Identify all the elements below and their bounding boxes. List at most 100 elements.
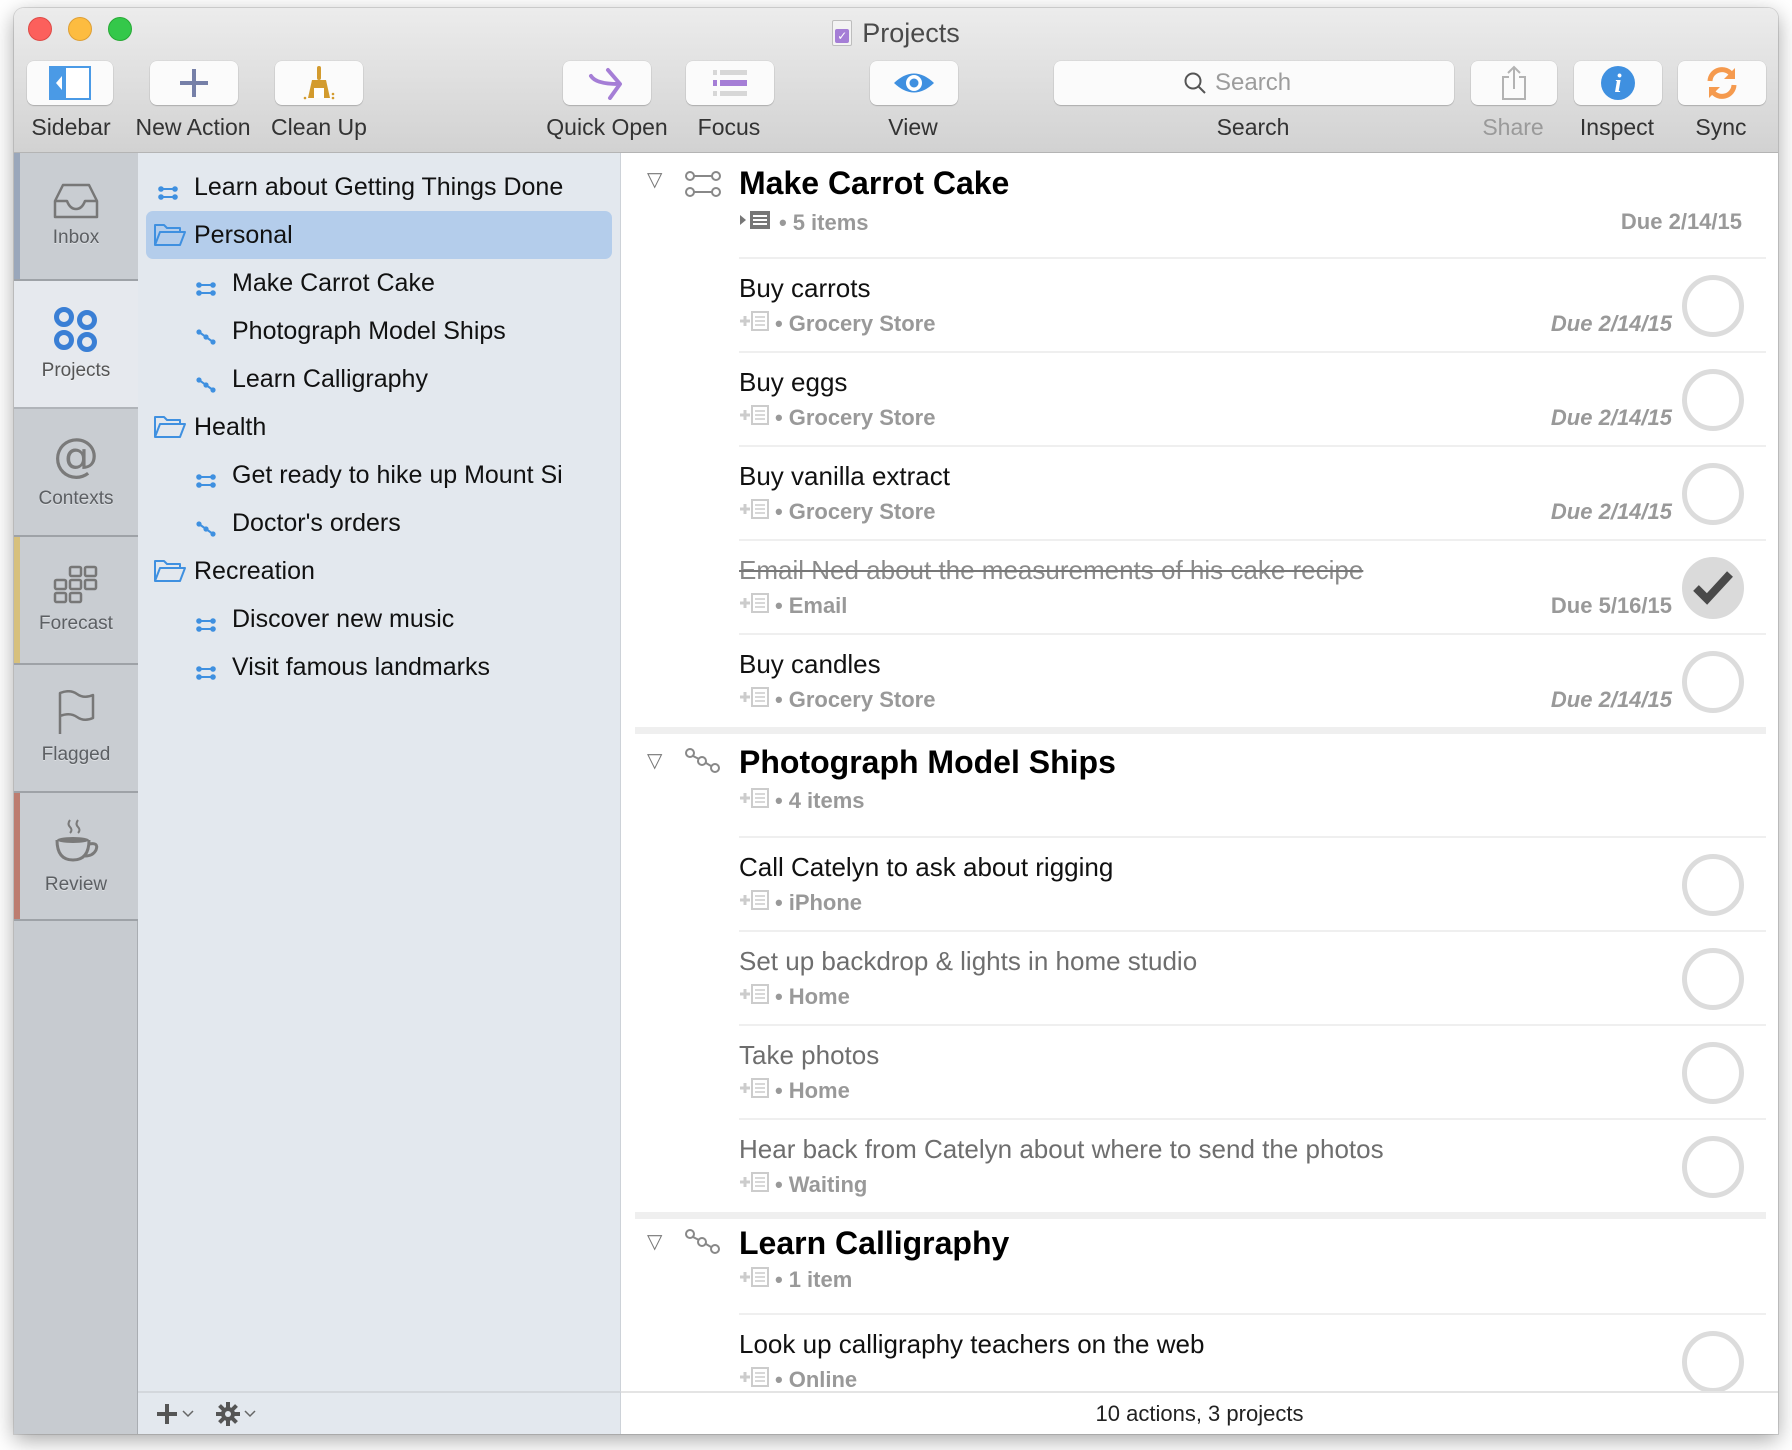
add-menu-button[interactable]: [156, 1403, 194, 1425]
action-name[interactable]: Email Ned about the measurements of his …: [739, 555, 1363, 586]
quick-open-button[interactable]: [563, 61, 651, 105]
action-context[interactable]: Waiting: [789, 1172, 868, 1198]
focus-button[interactable]: [686, 61, 774, 105]
sequential-project-icon: [685, 1229, 721, 1260]
sync-button[interactable]: [1678, 61, 1766, 105]
action-due-date: Due 2/14/15: [1550, 405, 1672, 430]
settings-menu-button[interactable]: [216, 1401, 256, 1426]
focus-list-icon: [713, 70, 747, 96]
project-title[interactable]: Make Carrot Cake: [739, 165, 1009, 202]
add-note-icon[interactable]: [739, 311, 769, 337]
search-input[interactable]: [1215, 69, 1325, 97]
action-context[interactable]: Email: [789, 593, 848, 619]
tab-projects[interactable]: Projects: [14, 281, 138, 409]
add-note-icon[interactable]: [739, 1172, 769, 1198]
action-context[interactable]: Grocery Store: [789, 311, 936, 337]
outline-folder[interactable]: Recreation: [138, 547, 620, 595]
completion-checkbox[interactable]: [1682, 1136, 1744, 1198]
action-row[interactable]: Buy eggs • Grocery Store Due 2/14/15: [739, 351, 1766, 445]
quick-open-label: Quick Open: [546, 114, 668, 140]
outline-item[interactable]: Doctor's orders: [138, 499, 620, 547]
action-name[interactable]: Buy carrots: [739, 273, 871, 304]
add-note-icon[interactable]: [739, 593, 769, 619]
action-context[interactable]: Grocery Store: [789, 499, 936, 525]
project-header: ▽ Make Carrot Cake • 5 items Due 2/14/15: [621, 153, 1778, 257]
completion-checkbox[interactable]: [1682, 1042, 1744, 1104]
action-context[interactable]: Online: [789, 1367, 857, 1391]
action-name[interactable]: Set up backdrop & lights in home studio: [739, 946, 1197, 977]
outline-item[interactable]: Make Carrot Cake: [138, 259, 620, 307]
add-note-icon[interactable]: [739, 1367, 769, 1391]
add-note-icon[interactable]: [739, 984, 769, 1010]
tab-forecast[interactable]: Forecast: [14, 537, 138, 665]
action-name[interactable]: Buy vanilla extract: [739, 461, 950, 492]
completion-checkbox[interactable]: [1682, 651, 1744, 713]
outline-item[interactable]: Discover new music: [138, 595, 620, 643]
action-name[interactable]: Call Catelyn to ask about rigging: [739, 852, 1113, 883]
inspect-button[interactable]: i: [1574, 61, 1662, 105]
action-row-blocked[interactable]: Take photos • Home: [739, 1024, 1766, 1118]
completion-checkbox[interactable]: [1682, 463, 1744, 525]
add-note-icon[interactable]: [739, 788, 769, 814]
add-note-icon[interactable]: [739, 1078, 769, 1104]
action-name[interactable]: Look up calligraphy teachers on the web: [739, 1329, 1204, 1360]
completion-checkbox[interactable]: [1682, 948, 1744, 1010]
completion-checkbox[interactable]: [1682, 275, 1744, 337]
action-row[interactable]: Look up calligraphy teachers on the web …: [739, 1313, 1766, 1391]
meta-separator: •: [775, 687, 783, 712]
disclosure-triangle-icon[interactable]: ▽: [647, 748, 662, 773]
completion-checkbox[interactable]: [1682, 369, 1744, 431]
add-note-icon[interactable]: [739, 405, 769, 431]
outline-item[interactable]: Learn about Getting Things Done: [138, 163, 620, 211]
outline-item[interactable]: Photograph Model Ships: [138, 307, 620, 355]
completion-checkbox[interactable]: [1682, 557, 1744, 619]
action-row-blocked[interactable]: Set up backdrop & lights in home studio …: [739, 930, 1766, 1024]
disclosure-triangle-icon[interactable]: ▽: [647, 167, 662, 192]
section-divider: [635, 1212, 1766, 1219]
action-row[interactable]: Call Catelyn to ask about rigging • iPho…: [739, 836, 1766, 930]
clean-up-button[interactable]: [275, 61, 363, 105]
action-context[interactable]: Home: [789, 1078, 850, 1104]
outline-folder[interactable]: Health: [138, 403, 620, 451]
action-row[interactable]: Buy vanilla extract • Grocery Store Due …: [739, 445, 1766, 539]
action-context[interactable]: Grocery Store: [789, 405, 936, 431]
new-action-button[interactable]: [150, 61, 238, 105]
action-name[interactable]: Buy eggs: [739, 367, 847, 398]
add-note-icon[interactable]: [739, 1267, 769, 1293]
action-row[interactable]: Buy carrots • Grocery Store Due 2/14/15: [739, 257, 1766, 351]
action-row[interactable]: Buy candles • Grocery Store Due 2/14/15: [739, 633, 1766, 727]
quick-open-arrow-icon: [589, 68, 622, 100]
tab-review[interactable]: Review: [14, 793, 138, 921]
view-button[interactable]: [870, 61, 958, 105]
outline-folder-selected[interactable]: Personal: [138, 211, 620, 259]
action-name[interactable]: Hear back from Catelyn about where to se…: [739, 1134, 1384, 1165]
share-button[interactable]: [1471, 61, 1557, 105]
action-row-blocked[interactable]: Hear back from Catelyn about where to se…: [739, 1118, 1766, 1212]
project-title[interactable]: Photograph Model Ships: [739, 744, 1116, 781]
add-note-icon[interactable]: [739, 890, 769, 916]
tab-contexts[interactable]: @ Contexts: [14, 409, 138, 537]
add-note-icon[interactable]: [739, 687, 769, 713]
action-context[interactable]: Grocery Store: [789, 687, 936, 713]
completion-checkbox[interactable]: [1682, 854, 1744, 916]
action-context[interactable]: iPhone: [789, 890, 862, 916]
action-meta: • Home: [739, 1078, 850, 1104]
parallel-project-icon: [685, 171, 721, 202]
tab-inbox[interactable]: Inbox: [14, 153, 138, 281]
add-note-icon[interactable]: [739, 499, 769, 525]
action-context[interactable]: Home: [789, 984, 850, 1010]
action-name[interactable]: Take photos: [739, 1040, 879, 1071]
outline-item[interactable]: Learn Calligraphy: [138, 355, 620, 403]
project-title[interactable]: Learn Calligraphy: [739, 1225, 1009, 1262]
outline-item[interactable]: Visit famous landmarks: [138, 643, 620, 691]
disclosure-triangle-icon[interactable]: ▽: [647, 1229, 662, 1254]
action-name[interactable]: Buy candles: [739, 649, 881, 680]
note-expand-icon[interactable]: [739, 209, 773, 237]
outline-item[interactable]: Get ready to hike up Mount Si: [138, 451, 620, 499]
sidebar-toggle-button[interactable]: [27, 61, 113, 105]
completion-checkbox[interactable]: [1682, 1331, 1744, 1391]
project-item-count: 4 items: [788, 788, 865, 813]
action-row-completed[interactable]: Email Ned about the measurements of his …: [739, 539, 1766, 633]
tab-flagged[interactable]: Flagged: [14, 665, 138, 793]
search-field[interactable]: [1054, 61, 1454, 105]
